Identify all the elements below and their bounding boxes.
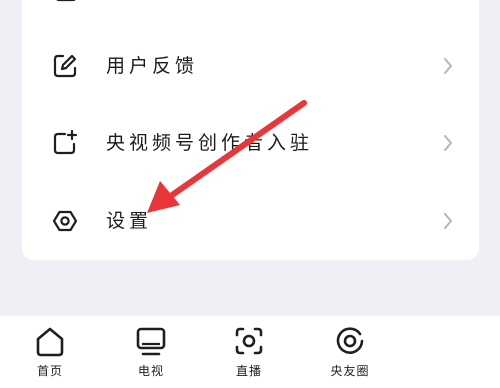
menu-item-label: 设置 bbox=[106, 210, 153, 232]
menu-item-creator-signup[interactable]: 央视频号创作者入驻 bbox=[22, 118, 479, 168]
moments-icon bbox=[336, 327, 364, 354]
tab-label: 直播 bbox=[235, 364, 262, 378]
tab-moments[interactable]: 央友圈 bbox=[310, 316, 390, 388]
chevron-right-icon bbox=[444, 213, 452, 229]
menu-item-label: 用户反馈 bbox=[106, 55, 199, 77]
settings-hexagon-icon bbox=[52, 210, 78, 232]
menu-item-feedback[interactable]: 用户反馈 bbox=[22, 41, 479, 91]
bottom-tab-bar: 首页 电视 直播 央友圈 bbox=[0, 316, 500, 388]
home-icon bbox=[36, 327, 64, 357]
menu-item-label: 央视频号创作者入驻 bbox=[106, 132, 314, 154]
tab-label: 首页 bbox=[36, 364, 63, 378]
edit-icon bbox=[53, 54, 77, 78]
tab-label: 电视 bbox=[137, 364, 164, 378]
chevron-right-icon bbox=[444, 135, 452, 151]
add-square-icon bbox=[53, 130, 78, 155]
cropped-menu-icon bbox=[56, 0, 76, 2]
tab-label: 央友圈 bbox=[330, 364, 370, 378]
tab-home[interactable]: 首页 bbox=[10, 316, 90, 388]
tab-live[interactable]: 直播 bbox=[209, 316, 289, 388]
chevron-right-icon bbox=[444, 58, 452, 74]
menu-item-settings[interactable]: 设置 bbox=[22, 196, 479, 246]
tv-icon bbox=[136, 327, 166, 356]
live-icon bbox=[235, 327, 263, 355]
tab-tv[interactable]: 电视 bbox=[111, 316, 191, 388]
